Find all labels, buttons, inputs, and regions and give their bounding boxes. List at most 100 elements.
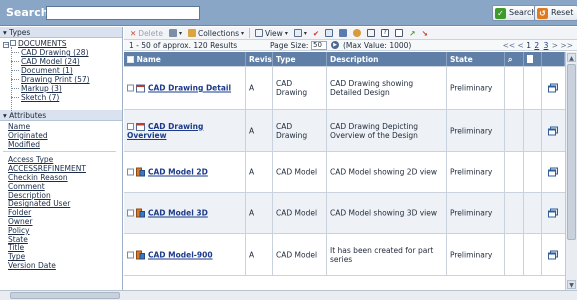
next-page-icon[interactable]: > >> bbox=[552, 41, 573, 50]
object-name-link[interactable]: CAD Model 2D bbox=[148, 168, 208, 177]
vertical-scrollbar[interactable]: ▲ ▼ bbox=[565, 52, 577, 290]
table-row[interactable]: CAD Model 3D A CAD Model CAD Model showi… bbox=[124, 193, 565, 234]
row-checkbox[interactable] bbox=[127, 251, 134, 258]
page-size-label: Page Size: bbox=[270, 41, 309, 50]
page-size-input[interactable]: 50 bbox=[311, 41, 327, 50]
column-header-file[interactable] bbox=[524, 52, 542, 66]
row-checkbox[interactable] bbox=[127, 122, 134, 130]
object-name-link[interactable]: CAD Drawing Detail bbox=[148, 84, 231, 93]
select-all-checkbox[interactable] bbox=[127, 56, 134, 63]
scroll-down-icon[interactable]: ▼ bbox=[567, 280, 576, 289]
table-header-row: Name Revisi Type Description State ⌕ bbox=[124, 52, 565, 67]
attribute-folder[interactable]: Folder bbox=[8, 208, 122, 217]
table-row[interactable]: CAD Model 2D A CAD Model CAD Model showi… bbox=[124, 152, 565, 193]
page-link-3[interactable]: 3 bbox=[544, 41, 549, 50]
type-item-drawing-print[interactable]: Drawing Print (57) bbox=[0, 75, 122, 84]
attribute-title[interactable]: Title bbox=[8, 243, 122, 252]
delete-button[interactable]: ✕ Delete bbox=[127, 27, 166, 39]
scroll-up-icon[interactable]: ▲ bbox=[567, 53, 576, 62]
attribute-originated[interactable]: Originated bbox=[8, 131, 122, 140]
type-item-cad-model[interactable]: CAD Model (24) bbox=[0, 57, 122, 66]
view-menu-button[interactable]: View ▾ bbox=[252, 27, 291, 39]
open-window-icon[interactable] bbox=[548, 250, 558, 259]
type-item-cad-drawing[interactable]: CAD Drawing (28) bbox=[0, 48, 122, 57]
column-header-type[interactable]: Type bbox=[273, 52, 327, 66]
revision-value: A bbox=[249, 208, 255, 218]
cell-state: Preliminary bbox=[447, 110, 505, 151]
column-header-state[interactable]: State bbox=[447, 52, 505, 66]
attribute-version-date[interactable]: Version Date bbox=[8, 261, 122, 270]
attribute-comment[interactable]: Comment bbox=[8, 182, 122, 191]
cell-file bbox=[524, 67, 542, 109]
cell-state: Preliminary bbox=[447, 234, 505, 275]
attribute-designated-user[interactable]: Designated User bbox=[8, 199, 122, 208]
type-item-document[interactable]: Document (1) bbox=[0, 66, 122, 75]
open-window-icon[interactable] bbox=[548, 208, 558, 218]
column-header-name[interactable]: Name bbox=[124, 52, 246, 66]
tools-button[interactable] bbox=[350, 27, 364, 39]
table-row[interactable]: CAD Model-900 A CAD Model It has been cr… bbox=[124, 234, 565, 276]
expand-button[interactable] bbox=[392, 27, 406, 39]
horizontal-scroll-thumb[interactable] bbox=[10, 292, 120, 299]
demote-button[interactable]: ↘ bbox=[418, 27, 430, 39]
attribute-type[interactable]: Type bbox=[8, 252, 122, 261]
column-header-attachment[interactable]: ⌕ bbox=[505, 52, 524, 66]
approve-button[interactable]: ✔ bbox=[310, 27, 322, 39]
search-input[interactable] bbox=[46, 6, 200, 20]
cell-file bbox=[524, 193, 542, 233]
compare-button[interactable] bbox=[336, 27, 350, 39]
results-pane: ✕ Delete ▾ Collections ▾ View ▾ ▾ ✔ ? ↗ bbox=[124, 27, 577, 290]
collections-menu-button[interactable]: Collections ▾ bbox=[185, 27, 247, 39]
copy-button[interactable] bbox=[322, 27, 336, 39]
type-item-markup[interactable]: Markup (3) bbox=[0, 84, 122, 93]
type-item-sketch[interactable]: Sketch (7) bbox=[0, 93, 122, 102]
table-menu-button[interactable]: ▾ bbox=[291, 27, 310, 39]
attribute-owner[interactable]: Owner bbox=[8, 217, 122, 226]
state-value: Preliminary bbox=[450, 83, 493, 93]
apply-page-size-button[interactable]: ▶ bbox=[331, 41, 339, 49]
prev-page-icon[interactable]: << < bbox=[503, 41, 524, 50]
cell-type: CAD Model bbox=[273, 152, 327, 192]
object-name-link[interactable]: CAD Model-900 bbox=[148, 250, 213, 259]
open-window-icon[interactable] bbox=[548, 83, 558, 93]
export-menu-button[interactable]: ▾ bbox=[166, 27, 185, 39]
cell-file bbox=[524, 110, 542, 151]
row-checkbox[interactable] bbox=[127, 168, 134, 176]
page-link-2[interactable]: 2 bbox=[534, 41, 539, 50]
object-name-link[interactable]: CAD Model 3D bbox=[148, 209, 208, 218]
column-header-revision[interactable]: Revisi bbox=[246, 52, 273, 66]
max-value-text: (Max Value: 1000) bbox=[343, 41, 412, 50]
print-button[interactable] bbox=[364, 27, 378, 39]
horizontal-scrollbar[interactable] bbox=[0, 290, 577, 300]
expand-icon bbox=[395, 29, 404, 37]
attribute-checkin-reason[interactable]: Checkin Reason bbox=[8, 173, 122, 182]
search-button-label: Search bbox=[509, 8, 537, 17]
column-header-description[interactable]: Description bbox=[327, 52, 447, 66]
attribute-accessrefinement[interactable]: ACCESSREFINEMENT bbox=[8, 164, 122, 173]
help-button[interactable]: ? bbox=[378, 27, 392, 39]
row-checkbox[interactable] bbox=[127, 209, 134, 217]
table-row[interactable]: CAD Drawing Overview A CAD Drawing CAD D… bbox=[124, 110, 565, 152]
revision-value: A bbox=[249, 167, 255, 177]
open-window-icon[interactable] bbox=[548, 126, 558, 135]
scroll-thumb[interactable] bbox=[567, 64, 576, 240]
reset-button[interactable]: ↺ Reset bbox=[534, 5, 577, 21]
page-link-1[interactable]: 1 bbox=[526, 41, 531, 50]
promote-button[interactable]: ↗ bbox=[406, 27, 418, 39]
attribute-name[interactable]: Name bbox=[8, 122, 122, 131]
attribute-description[interactable]: Description bbox=[8, 191, 122, 200]
attribute-policy[interactable]: Policy bbox=[8, 226, 122, 235]
cell-description: CAD Model showing 3D view bbox=[327, 193, 447, 233]
folder-icon bbox=[10, 40, 16, 46]
open-window-icon[interactable] bbox=[548, 167, 558, 177]
types-section-header[interactable]: ▾ Types bbox=[0, 27, 122, 38]
attributes-section-header[interactable]: ▾ Attributes bbox=[0, 110, 122, 121]
table-row[interactable]: CAD Drawing Detail A CAD Drawing CAD Dra… bbox=[124, 67, 565, 110]
tree-root-documents[interactable]: − DOCUMENTS bbox=[0, 39, 122, 48]
cell-description: It has been created for part series bbox=[327, 234, 447, 275]
row-checkbox[interactable] bbox=[127, 84, 134, 92]
attribute-modified[interactable]: Modified bbox=[8, 140, 122, 149]
attribute-access-type[interactable]: Access Type bbox=[8, 155, 122, 164]
attribute-state[interactable]: State bbox=[8, 235, 122, 244]
name-cell-content: CAD Model 2D bbox=[127, 167, 243, 177]
